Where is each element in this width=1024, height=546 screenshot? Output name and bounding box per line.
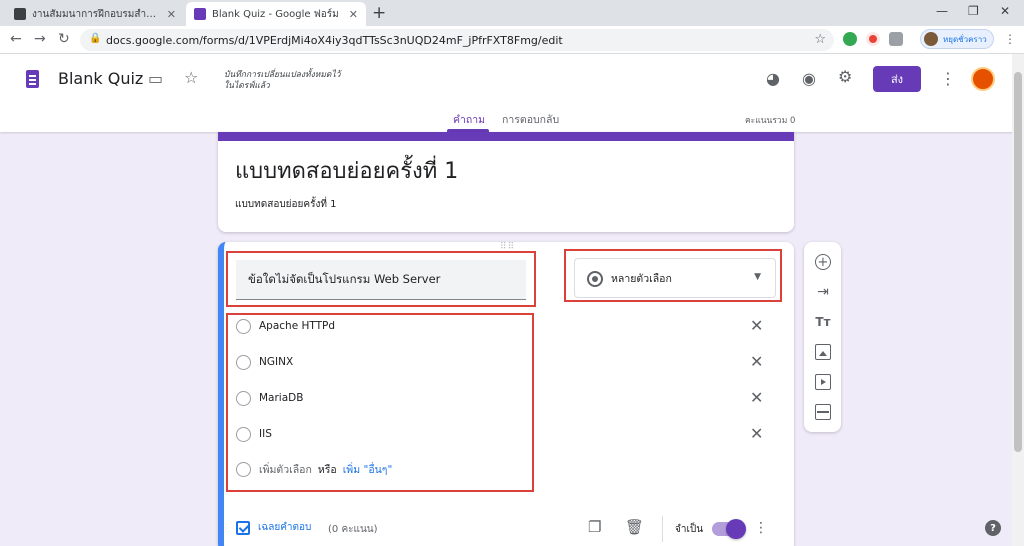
folder-icon[interactable]: ▭ — [148, 69, 163, 88]
profile-button[interactable]: หยุดชั่วคราว — [920, 29, 994, 49]
reload-icon[interactable]: ↻ — [58, 31, 70, 47]
browser-tab-title: งานสัมมนาการฝึกอบรมสำหรับ Web Programmin… — [32, 8, 161, 20]
add-image-icon[interactable] — [815, 344, 831, 360]
page-scrollbar[interactable] — [1012, 54, 1024, 546]
url-bar[interactable]: 🔒 docs.google.com/forms/d/1VPErdjMi4oX4i… — [80, 29, 834, 51]
tab-responses[interactable]: การตอบกลับ — [502, 111, 559, 128]
form-name[interactable]: Blank Quiz — [58, 69, 143, 88]
remove-option-icon[interactable]: ✕ — [750, 352, 763, 371]
settings-gear-icon[interactable]: ⚙ — [838, 67, 852, 86]
close-tab-icon[interactable]: ✕ — [349, 8, 358, 21]
close-window-icon[interactable]: ✕ — [1000, 4, 1010, 18]
forward-icon[interactable]: → — [34, 31, 46, 47]
extensions-puzzle-icon[interactable] — [889, 32, 903, 46]
add-video-icon[interactable] — [815, 374, 831, 390]
palette-icon[interactable]: ◕ — [766, 69, 780, 88]
bookmark-star-icon[interactable]: ☆ — [814, 32, 826, 47]
lock-icon: 🔒 — [89, 33, 102, 44]
preview-eye-icon[interactable]: ◉ — [802, 69, 816, 88]
minimize-icon[interactable]: — — [936, 4, 948, 18]
add-question-icon[interactable]: + — [815, 254, 831, 270]
forms-header: Blank Quiz ▭ ☆ บันทึกการเปลี่ยนแปลงทั้งห… — [0, 54, 1024, 132]
answer-key-button[interactable]: เฉลยคำตอบ — [236, 520, 311, 535]
extension-icon[interactable] — [843, 32, 857, 46]
total-score: คะแนนรวม 0 — [745, 116, 796, 126]
annotation-box-options — [226, 313, 534, 492]
image-icon — [14, 8, 26, 20]
forms-logo-icon[interactable] — [26, 70, 39, 88]
forms-icon — [194, 8, 206, 20]
footer-divider — [662, 516, 663, 542]
browser-tab-strip: งานสัมมนาการฝึกอบรมสำหรับ Web Programmin… — [0, 0, 1024, 26]
back-icon[interactable]: ← — [10, 31, 22, 47]
add-title-icon[interactable]: Tт — [815, 314, 831, 330]
url-text: docs.google.com/forms/d/1VPErdjMi4oX4iy3… — [106, 33, 563, 47]
tab-questions[interactable]: คำถาม — [453, 111, 485, 128]
extension-icon[interactable] — [866, 32, 880, 46]
import-questions-icon[interactable]: ⇥ — [815, 284, 831, 300]
annotation-box-type — [564, 249, 782, 302]
annotation-box-question — [226, 251, 536, 307]
close-tab-icon[interactable]: ✕ — [167, 8, 176, 21]
help-icon[interactable]: ? — [985, 520, 1001, 536]
title-card[interactable]: แบบทดสอบย่อยครั้งที่ 1 แบบทดสอบย่อยครั้ง… — [218, 132, 794, 232]
browser-tab-1[interactable]: งานสัมมนาการฝึกอบรมสำหรับ Web Programmin… — [6, 2, 184, 26]
saved-message: บันทึกการเปลี่ยนแปลงทั้งหมดไว้ ในไดรฟ์แล… — [224, 70, 341, 91]
remove-option-icon[interactable]: ✕ — [750, 388, 763, 407]
duplicate-icon[interactable]: ❐ — [588, 518, 601, 536]
required-toggle[interactable] — [712, 519, 746, 539]
browser-menu-icon[interactable]: ⋮ — [1004, 32, 1016, 46]
required-label: จำเป็น — [675, 524, 704, 535]
quiz-title[interactable]: แบบทดสอบย่อยครั้งที่ 1 — [235, 153, 458, 188]
answer-key-label: เฉลยคำตอบ — [258, 522, 312, 533]
quiz-description[interactable]: แบบทดสอบย่อยครั้งที่ 1 — [235, 197, 336, 212]
profile-label: หยุดชั่วคราว — [943, 34, 987, 44]
remove-option-icon[interactable]: ✕ — [750, 316, 763, 335]
browser-tab-2[interactable]: Blank Quiz - Google ฟอร์ม ✕ — [186, 2, 366, 26]
floating-toolbar: + ⇥ Tт — [804, 242, 841, 432]
scrollbar-thumb[interactable] — [1014, 72, 1022, 452]
checkbox-icon — [236, 520, 250, 535]
browser-tab-title: Blank Quiz - Google ฟอร์ม — [212, 8, 339, 20]
points-label: (0 คะแนน) — [328, 524, 378, 535]
profile-avatar — [924, 32, 938, 46]
send-button[interactable]: ส่ง — [873, 66, 921, 92]
remove-option-icon[interactable]: ✕ — [750, 424, 763, 443]
user-avatar[interactable] — [971, 67, 995, 91]
star-icon[interactable]: ☆ — [184, 68, 198, 87]
toggle-knob — [726, 519, 746, 539]
more-vert-icon[interactable]: ⋮ — [754, 520, 768, 536]
new-tab-icon[interactable]: + — [372, 3, 386, 23]
maximize-icon[interactable]: ❐ — [968, 4, 979, 18]
add-section-icon[interactable] — [815, 404, 831, 420]
delete-trash-icon[interactable]: 🗑 — [625, 518, 644, 536]
more-options-icon[interactable]: ⋮ — [940, 69, 956, 88]
